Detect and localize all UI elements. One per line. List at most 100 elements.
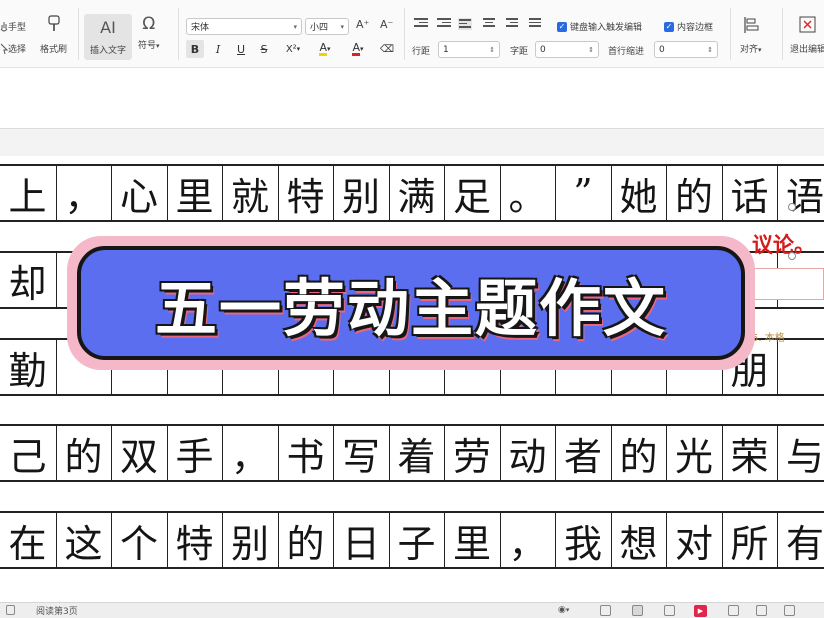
grid-cell: 对	[666, 513, 721, 567]
grid-cell: 却	[8, 261, 47, 306]
cursor-icon	[0, 43, 9, 55]
chevron-down-icon: ▾	[758, 46, 762, 54]
superscript-icon: X²	[285, 43, 297, 55]
close-box-icon	[799, 16, 817, 34]
page-icon	[6, 605, 15, 615]
ribbon-toolbar: 手型 选择 格式刷 AI 插入文字 Ω 符号▾ 宋体 ▾ 小四 ▾ A⁺ A⁻ …	[0, 0, 824, 68]
grid-cell: 语	[777, 166, 824, 220]
grid-cell: 就	[222, 166, 277, 220]
grid-cell: 着	[388, 426, 444, 480]
annotation-red-text: 议论。	[752, 232, 815, 257]
selection-handle[interactable]	[788, 252, 796, 260]
clear-format-button[interactable]: ⌫	[378, 40, 396, 58]
fit-width-icon[interactable]	[756, 605, 767, 616]
grow-font-button[interactable]: A⁺	[356, 18, 369, 31]
italic-button[interactable]: I	[209, 40, 227, 58]
decrease-indent-icon[interactable]	[414, 18, 428, 30]
book-view-icon[interactable]	[664, 605, 675, 616]
multi-page-view-icon[interactable]	[632, 605, 643, 616]
shrink-font-button[interactable]: A⁻	[380, 18, 393, 31]
align-right-icon[interactable]	[506, 18, 520, 30]
font-size-value: 小四	[310, 23, 329, 33]
bold-button[interactable]: B	[186, 40, 204, 58]
line-spacing-text: 行距	[412, 47, 431, 57]
grid-cell: 的	[55, 426, 111, 480]
grid-cell: ，	[499, 513, 555, 567]
font-family-select[interactable]: 宋体 ▾	[186, 18, 302, 35]
format-painter-label: 格式刷	[40, 45, 68, 55]
grid-cell: 勤	[8, 348, 47, 393]
play-button[interactable]: ▶	[694, 605, 707, 617]
align-left-icon[interactable]	[458, 18, 472, 30]
fit-page-icon[interactable]	[728, 605, 739, 616]
grid-cell: 的	[666, 166, 721, 220]
fullscreen-icon[interactable]	[784, 605, 795, 616]
single-page-view-icon[interactable]	[600, 605, 611, 616]
font-family-value: 宋体	[191, 23, 210, 33]
highlight-button[interactable]: A ▾	[312, 40, 338, 58]
grid-cell: 里	[444, 513, 499, 567]
insert-text-button[interactable]: AI 插入文字	[84, 14, 132, 60]
keep-editing-checkbox[interactable]: ✓ 键盘输入触发编辑	[557, 20, 642, 33]
grid-row: 在这个特别的日子里，我想对所有	[0, 511, 824, 569]
font-size-select[interactable]: 小四 ▾	[305, 18, 349, 35]
font-color-button[interactable]: A ▾	[345, 40, 371, 58]
underline-button[interactable]: U	[232, 40, 250, 58]
ribbon-separator	[404, 8, 405, 60]
superscript-button[interactable]: X² ▾	[280, 40, 306, 58]
select-tool-button[interactable]: 选择	[0, 42, 26, 55]
exit-edit-button[interactable]: 退出编辑	[790, 16, 824, 55]
align-label: 对齐	[740, 45, 759, 55]
hand-tool-button[interactable]: 手型	[0, 20, 26, 33]
page-gap	[0, 128, 824, 156]
first-indent-input[interactable]: 0 ⇕	[654, 41, 718, 58]
grid-cell: ”	[555, 166, 610, 220]
content-border-checkbox[interactable]: ✓ 内容边框	[664, 20, 713, 33]
align-button[interactable]: 对齐▾	[740, 16, 762, 55]
first-indent-value: 0	[659, 44, 665, 55]
grid-row: 己的双手，书写着劳动者的光荣与	[0, 424, 824, 482]
annotation-box	[752, 268, 824, 300]
grid-cell: 动	[499, 426, 555, 480]
grid-cell: 在	[8, 521, 47, 566]
line-spacing-input[interactable]: 1 ⇕	[438, 41, 500, 58]
chevron-down-icon: ▾	[360, 45, 364, 53]
format-painter-icon	[45, 14, 63, 34]
spinner-icon: ⇕	[489, 45, 495, 54]
grid-cell: 己	[8, 434, 47, 479]
strikethrough-button[interactable]: S	[255, 40, 273, 58]
grid-cell: 特	[166, 513, 222, 567]
document-page[interactable]: 上，心里就特别满足。” 她的话语 却 勤朋 己的双手，书写着劳动者的光荣与 在这个…	[0, 156, 824, 602]
omega-icon: Ω	[142, 14, 156, 34]
line-spacing-value: 1	[443, 44, 449, 55]
underline-icon: U	[236, 42, 246, 56]
content-border-label: 内容边框	[677, 23, 714, 33]
grid-cell: 劳	[444, 426, 499, 480]
format-painter-button[interactable]: 格式刷	[40, 14, 67, 55]
selection-handle[interactable]	[788, 203, 796, 211]
align-objects-icon	[743, 16, 759, 34]
checkbox-checked-icon: ✓	[664, 21, 674, 32]
symbol-button[interactable]: Ω 符号▾	[138, 14, 160, 51]
increase-indent-icon[interactable]	[437, 18, 451, 30]
first-indent-text: 首行缩进	[608, 47, 645, 57]
grid-cell: 这	[55, 513, 111, 567]
grid-cell: 她	[610, 166, 666, 220]
chevron-down-icon: ▾	[293, 22, 297, 31]
grid-cell: 足	[444, 166, 499, 220]
grid-cell: 别	[222, 513, 277, 567]
char-spacing-input[interactable]: 0 ⇕	[535, 41, 599, 58]
hand-tool-label: 手型	[8, 23, 27, 33]
eraser-icon: ⌫	[379, 43, 395, 55]
grid-cell: 日	[333, 513, 388, 567]
first-indent-label: 首行缩进	[608, 44, 644, 57]
insert-text-icon: AI	[100, 18, 116, 37]
banner-title: 五一劳动主题作文	[154, 272, 667, 345]
grid-cell	[777, 340, 824, 394]
justify-icon[interactable]	[529, 18, 543, 30]
eye-icon[interactable]: ◉ ▾	[558, 605, 569, 615]
grid-cell: 的	[277, 513, 333, 567]
grid-cell: 与	[777, 426, 824, 480]
select-tool-label: 选择	[8, 45, 27, 55]
align-center-icon[interactable]	[483, 18, 497, 30]
